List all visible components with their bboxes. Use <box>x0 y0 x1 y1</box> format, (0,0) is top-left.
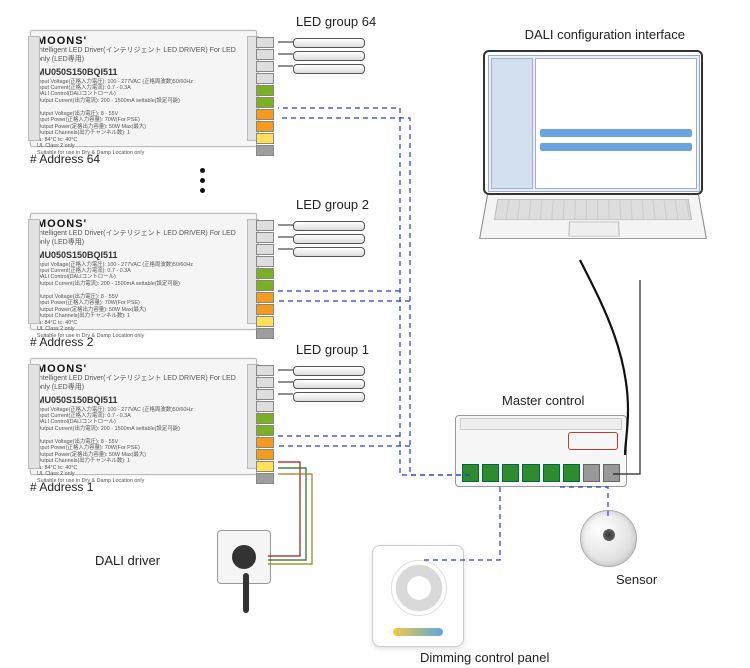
led-driver-1: MOONS' Intelligent LED Driver(インテリジェント L… <box>30 358 257 475</box>
driver-title: Intelligent LED Driver(インテリジェント LED DRIV… <box>31 47 256 65</box>
motion-sensor <box>580 510 637 567</box>
driver-terminals <box>256 37 274 157</box>
master-control-label: Master control <box>502 393 584 408</box>
sensor-label: Sensor <box>616 572 657 587</box>
led-group-1 <box>293 366 378 406</box>
driver-brand: MOONS' <box>31 31 256 47</box>
address-2-label: # Address 2 <box>30 335 93 349</box>
led-group-2-label: LED group 2 <box>296 197 369 212</box>
address-64-label: # Address 64 <box>30 152 100 166</box>
laptop <box>475 50 710 256</box>
dali-software-window <box>488 55 700 192</box>
driver-model: MU050S150BQI511 <box>31 65 256 79</box>
led-group-2 <box>293 221 378 261</box>
master-controller <box>455 415 627 487</box>
led-driver-2: MOONS' Intelligent LED Driver(インテリジェント L… <box>30 213 257 330</box>
driver-specs: Input Voltage(正格入力電圧): 100 - 277VAC (正格周… <box>31 79 256 157</box>
address-1-label: # Address 1 <box>30 480 93 494</box>
dimming-panel-label: Dimming control panel <box>420 650 549 665</box>
power-plug <box>217 530 271 584</box>
dali-driver-label: DALI driver <box>95 553 160 568</box>
led-group-64-label: LED group 64 <box>296 14 376 29</box>
led-group-64 <box>293 38 378 78</box>
dimming-control-panel <box>372 545 464 647</box>
ellipsis-icon <box>200 168 205 193</box>
led-driver-64: MOONS' Intelligent LED Driver(インテリジェント L… <box>30 30 257 147</box>
led-group-1-label: LED group 1 <box>296 342 369 357</box>
dali-config-interface-label: DALI configuration interface <box>525 27 685 42</box>
